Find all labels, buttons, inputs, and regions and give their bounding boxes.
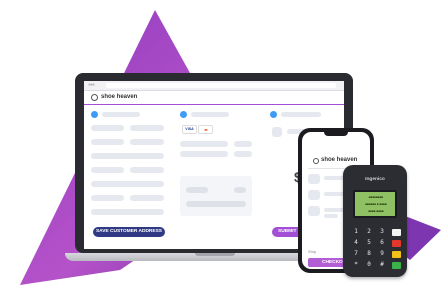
laptop-notch (195, 253, 235, 256)
cancel-key[interactable] (392, 240, 401, 247)
key-5[interactable]: 5 (364, 239, 374, 247)
card-terminal: Ingenico ■■■■■■■■ ■■■■■■ ■ ■■■■ ■■■■ ■■■… (343, 165, 407, 277)
site-header: shoe heaven (84, 91, 344, 105)
screen-line: ■■■■ ■■■■ (368, 209, 384, 213)
field[interactable] (91, 139, 124, 145)
brand-name: shoe heaven (101, 94, 138, 100)
key-6[interactable]: 6 (377, 239, 387, 247)
field[interactable] (130, 125, 164, 131)
screen-line: ■■■■■■■■ (368, 195, 384, 199)
key-3[interactable]: 3 (377, 228, 387, 236)
step-dot-1 (91, 111, 98, 118)
field[interactable] (130, 167, 164, 173)
key-0[interactable]: 0 (364, 261, 374, 269)
terminal-screen: ■■■■■■■■ ■■■■■■ ■ ■■■■ ■■■■ ■■■■ (353, 190, 397, 218)
card-line (186, 201, 246, 207)
visa-badge: VISA (182, 125, 197, 134)
window-controls[interactable]: ●●● (88, 81, 95, 90)
product-line (324, 214, 338, 218)
key-7[interactable]: 7 (351, 250, 361, 258)
step-title-3 (281, 112, 321, 117)
key-4[interactable]: 4 (351, 239, 361, 247)
card-field[interactable] (180, 141, 228, 147)
key-1[interactable]: 1 (351, 228, 361, 236)
field[interactable] (91, 209, 164, 215)
product-thumb (308, 174, 320, 184)
address-bar[interactable] (106, 83, 336, 88)
phone-logo-icon (313, 158, 319, 164)
field[interactable] (130, 195, 164, 201)
field[interactable] (91, 125, 124, 131)
step-title-1 (102, 112, 140, 117)
field[interactable] (130, 139, 164, 145)
phone-notch (324, 132, 348, 136)
card-line (186, 187, 208, 193)
product-thumb (308, 190, 320, 200)
field[interactable] (91, 181, 164, 187)
key-star[interactable]: * (351, 261, 361, 269)
step-title-2 (191, 112, 229, 117)
field[interactable] (91, 195, 124, 201)
key-2[interactable]: 2 (364, 228, 374, 236)
clear-key[interactable] (392, 229, 401, 236)
card-preview (180, 176, 252, 216)
field[interactable] (91, 153, 164, 159)
step-dot-2 (180, 111, 187, 118)
step-dot-3 (270, 111, 277, 118)
order-thumb (272, 127, 282, 137)
correction-key[interactable] (392, 251, 401, 258)
mastercard-badge: ●● (198, 125, 213, 134)
browser-bar: ●●● (84, 81, 344, 91)
terminal-brand: Ingenico (365, 177, 385, 182)
phone-footer-text: Ship (308, 249, 317, 254)
card-line (234, 187, 246, 193)
screen-line: ■■■■■■ ■ ■■■■ (365, 202, 387, 206)
card-field[interactable] (180, 151, 228, 157)
key-8[interactable]: 8 (364, 250, 374, 258)
card-field[interactable] (234, 151, 252, 157)
phone-brand: shoe heaven (321, 157, 358, 163)
enter-key[interactable] (392, 262, 401, 269)
brand-logo-icon (91, 94, 98, 101)
field[interactable] (91, 167, 124, 173)
card-field[interactable] (234, 141, 252, 147)
key-9[interactable]: 9 (377, 250, 387, 258)
key-hash[interactable]: # (377, 261, 387, 269)
product-thumb (308, 206, 320, 216)
save-address-button[interactable]: SAVE CUSTOMER ADDRESS (93, 227, 165, 237)
